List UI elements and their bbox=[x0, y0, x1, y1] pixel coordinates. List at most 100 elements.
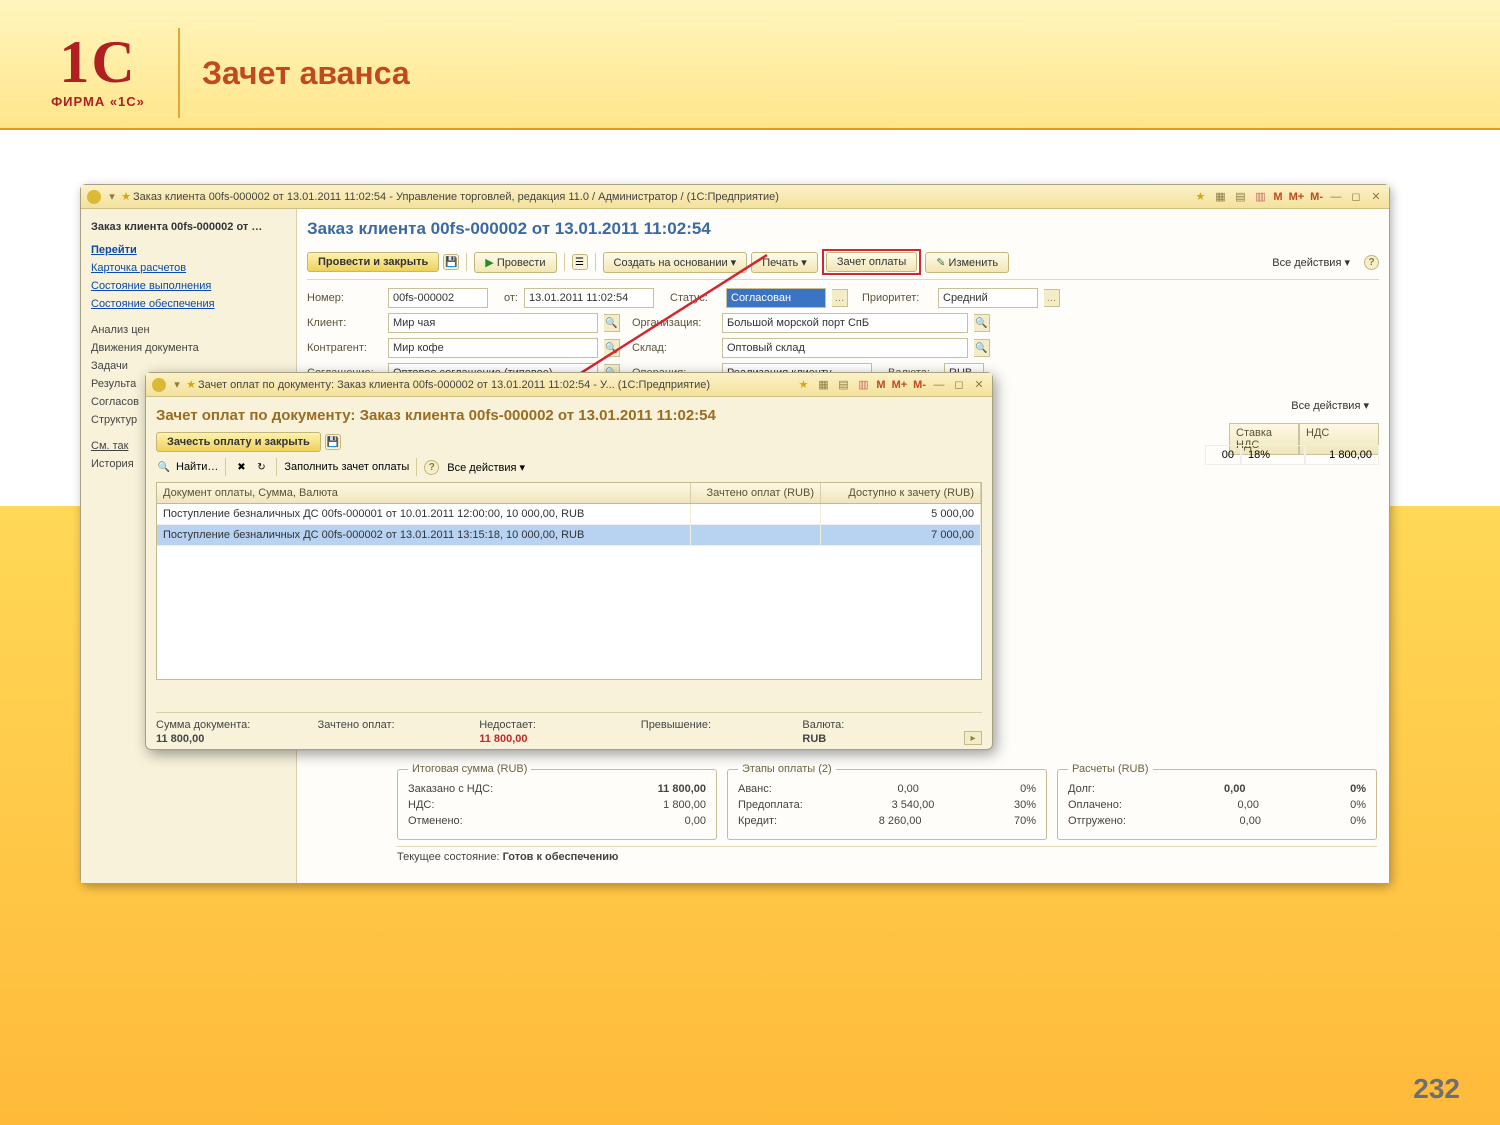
calc-legend: Расчеты (RUB) bbox=[1068, 763, 1153, 775]
mem-mminus[interactable]: M- bbox=[1310, 191, 1323, 203]
nav-link-supply[interactable]: Состояние обеспечения bbox=[91, 295, 296, 313]
org-input[interactable]: Большой морской порт СпБ bbox=[722, 313, 968, 333]
dlg-tool2-icon[interactable]: ▤ bbox=[836, 378, 850, 392]
calc-group: Расчеты (RUB) Долг:0,000% Оплачено:0,000… bbox=[1057, 763, 1377, 840]
min-icon[interactable]: — bbox=[1329, 190, 1343, 204]
main-titlebar[interactable]: ▾ ★ Заказ клиента 00fs-000002 от 13.01.2… bbox=[81, 185, 1389, 209]
offset-dialog: ▾ ★ Зачет оплат по документу: Заказ клие… bbox=[145, 372, 993, 750]
post-and-close-button[interactable]: Провести и закрыть bbox=[307, 252, 439, 272]
create-based-button[interactable]: Создать на основании ▾ bbox=[603, 252, 748, 273]
payments-grid[interactable]: Документ оплаты, Сумма, Валюта Зачтено о… bbox=[156, 482, 982, 680]
fav-icon[interactable]: ★ bbox=[1193, 190, 1207, 204]
client-label: Клиент: bbox=[307, 317, 382, 329]
list-icon[interactable]: ☰ bbox=[572, 254, 588, 270]
logo-sub: ФИРМА «1С» bbox=[28, 94, 168, 109]
find-link[interactable]: Найти… bbox=[176, 461, 218, 473]
from-input[interactable]: 13.01.2011 11:02:54 bbox=[524, 288, 654, 308]
foot-curr: RUB bbox=[802, 733, 964, 745]
dlg-help-icon[interactable]: ? bbox=[424, 460, 439, 475]
org-label: Организация: bbox=[632, 317, 716, 329]
search-icon[interactable]: 🔍 bbox=[156, 459, 172, 475]
contr-lookup-icon[interactable]: 🔍 bbox=[604, 339, 620, 357]
table-row[interactable]: Поступление безналичных ДС 00fs-000001 о… bbox=[157, 504, 981, 525]
fill-offset-link[interactable]: Заполнить зачет оплаты bbox=[284, 461, 409, 473]
edit-button[interactable]: ✎ Изменить bbox=[925, 252, 1009, 273]
offset-payment-button[interactable]: Зачет оплаты bbox=[826, 252, 917, 272]
status-label: Статус: bbox=[670, 292, 720, 304]
mem-mplus[interactable]: M+ bbox=[1289, 191, 1305, 203]
dlg-heading: Зачет оплат по документу: Заказ клиента … bbox=[156, 407, 982, 424]
foot-short: 11 800,00 bbox=[479, 733, 641, 745]
client-input[interactable]: Мир чая bbox=[388, 313, 598, 333]
org-lookup-icon[interactable]: 🔍 bbox=[974, 314, 990, 332]
nav-link-exec[interactable]: Состояние выполнения bbox=[91, 277, 296, 295]
logo-1c: 1C bbox=[28, 37, 168, 88]
dlg-all-actions[interactable]: Все действия ▾ bbox=[447, 461, 525, 474]
dlg-mem-mminus[interactable]: M- bbox=[913, 379, 926, 391]
dropdown-icon[interactable]: ▾ bbox=[105, 190, 119, 204]
max-icon[interactable]: ◻ bbox=[1349, 190, 1363, 204]
dlg-tool1-icon[interactable]: ▦ bbox=[816, 378, 830, 392]
contr-input[interactable]: Мир кофе bbox=[388, 338, 598, 358]
close-icon[interactable]: ✕ bbox=[1369, 190, 1383, 204]
dlg-max-icon[interactable]: ◻ bbox=[952, 378, 966, 392]
save-icon[interactable]: 💾 bbox=[443, 254, 459, 270]
all-actions-button[interactable]: Все действия ▾ bbox=[1262, 253, 1360, 272]
slide-header: 1C ФИРМА «1С» Зачет аванса bbox=[0, 0, 1500, 130]
help-icon[interactable]: ? bbox=[1364, 255, 1379, 270]
number-label: Номер: bbox=[307, 292, 382, 304]
apply-and-close-button[interactable]: Зачесть оплату и закрыть bbox=[156, 432, 321, 452]
stages-legend: Этапы оплаты (2) bbox=[738, 763, 836, 775]
priority-input[interactable]: Средний bbox=[938, 288, 1038, 308]
status-line: Текущее состояние: Готов к обеспечению bbox=[397, 846, 1377, 863]
dialog-titlebar[interactable]: ▾ ★ Зачет оплат по документу: Заказ клие… bbox=[146, 373, 992, 397]
dlg-save-icon[interactable]: 💾 bbox=[325, 434, 341, 450]
dlg-mem-mplus[interactable]: M+ bbox=[892, 379, 908, 391]
offset-highlight: Зачет оплаты bbox=[822, 249, 921, 275]
number-input[interactable]: 00fs-000002 bbox=[388, 288, 488, 308]
store-input[interactable]: Оптовый склад bbox=[722, 338, 968, 358]
dlg-app-icon bbox=[152, 378, 166, 392]
status-input[interactable]: Согласован bbox=[726, 288, 826, 308]
all-actions-2[interactable]: Все действия ▾ bbox=[1281, 399, 1379, 412]
nav-analysis[interactable]: Анализ цен bbox=[91, 321, 296, 339]
col-doc[interactable]: Документ оплаты, Сумма, Валюта bbox=[157, 483, 691, 503]
app-icon bbox=[87, 190, 101, 204]
refresh-icon[interactable]: ↻ bbox=[253, 459, 269, 475]
dlg-star-icon[interactable]: ★ bbox=[184, 378, 198, 392]
grid-cell-total: 00 bbox=[1205, 445, 1241, 465]
post-button[interactable]: ▶ Провести bbox=[474, 252, 556, 273]
client-lookup-icon[interactable]: 🔍 bbox=[604, 314, 620, 332]
dlg-subbar: 🔍 Найти… ✖ ↻ Заполнить зачет оплаты ? Вс… bbox=[156, 458, 982, 476]
store-lookup-icon[interactable]: 🔍 bbox=[974, 339, 990, 357]
dlg-fav-icon[interactable]: ★ bbox=[796, 378, 810, 392]
tool-icon-2[interactable]: ▤ bbox=[1233, 190, 1247, 204]
dlg-mem-m[interactable]: M bbox=[876, 379, 885, 391]
current-status: Готов к обеспечению bbox=[503, 851, 619, 863]
star-icon[interactable]: ★ bbox=[119, 190, 133, 204]
status-lookup-icon[interactable]: … bbox=[832, 289, 848, 307]
dlg-dropdown-icon[interactable]: ▾ bbox=[170, 378, 184, 392]
col-applied[interactable]: Зачтено оплат (RUB) bbox=[691, 483, 821, 503]
nav-link-card[interactable]: Карточка расчетов bbox=[91, 259, 296, 277]
col-avail[interactable]: Доступно к зачету (RUB) bbox=[821, 483, 981, 503]
logo-block: 1C ФИРМА «1С» bbox=[28, 37, 168, 109]
main-title-text: Заказ клиента 00fs-000002 от 13.01.2011 … bbox=[133, 191, 1193, 203]
calc-icon[interactable]: ▥ bbox=[1253, 190, 1267, 204]
priority-label: Приоритет: bbox=[862, 292, 932, 304]
tb-sep2 bbox=[564, 253, 565, 271]
table-row[interactable]: Поступление безналичных ДС 00fs-000002 о… bbox=[157, 525, 981, 546]
dlg-calc-icon[interactable]: ▥ bbox=[856, 378, 870, 392]
tb-sep bbox=[466, 253, 467, 271]
footer-panels: Итоговая сумма (RUB) Заказано с НДС:11 8… bbox=[397, 763, 1377, 863]
priority-lookup-icon[interactable]: … bbox=[1044, 289, 1060, 307]
print-button[interactable]: Печать ▾ bbox=[751, 252, 818, 273]
tool-icon-1[interactable]: ▦ bbox=[1213, 190, 1227, 204]
dlg-close-icon[interactable]: ✕ bbox=[972, 378, 986, 392]
foot-sum: 11 800,00 bbox=[156, 733, 318, 745]
scroll-right-icon[interactable]: ▸ bbox=[964, 731, 982, 745]
dlg-min-icon[interactable]: — bbox=[932, 378, 946, 392]
clear-icon[interactable]: ✖ bbox=[233, 459, 249, 475]
nav-moves[interactable]: Движения документа bbox=[91, 339, 296, 357]
mem-m[interactable]: M bbox=[1273, 191, 1282, 203]
